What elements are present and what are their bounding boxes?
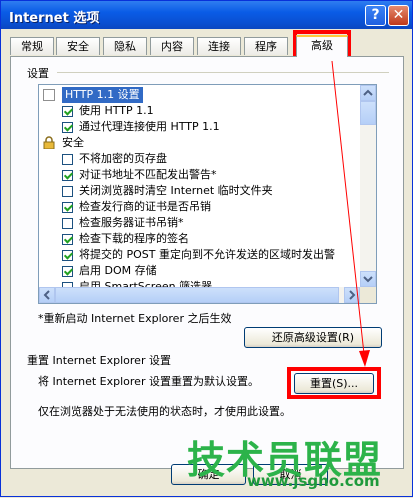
tab-advanced[interactable]: 高级 [296,35,348,57]
watermark-url: www.jsgho.com [247,472,380,490]
internet-options-dialog: Internet 选项 ? ✕ 常规 安全 隐私 内容 连接 程序 高级 设置 … [0,0,413,497]
annotation-arrow [331,60,370,367]
